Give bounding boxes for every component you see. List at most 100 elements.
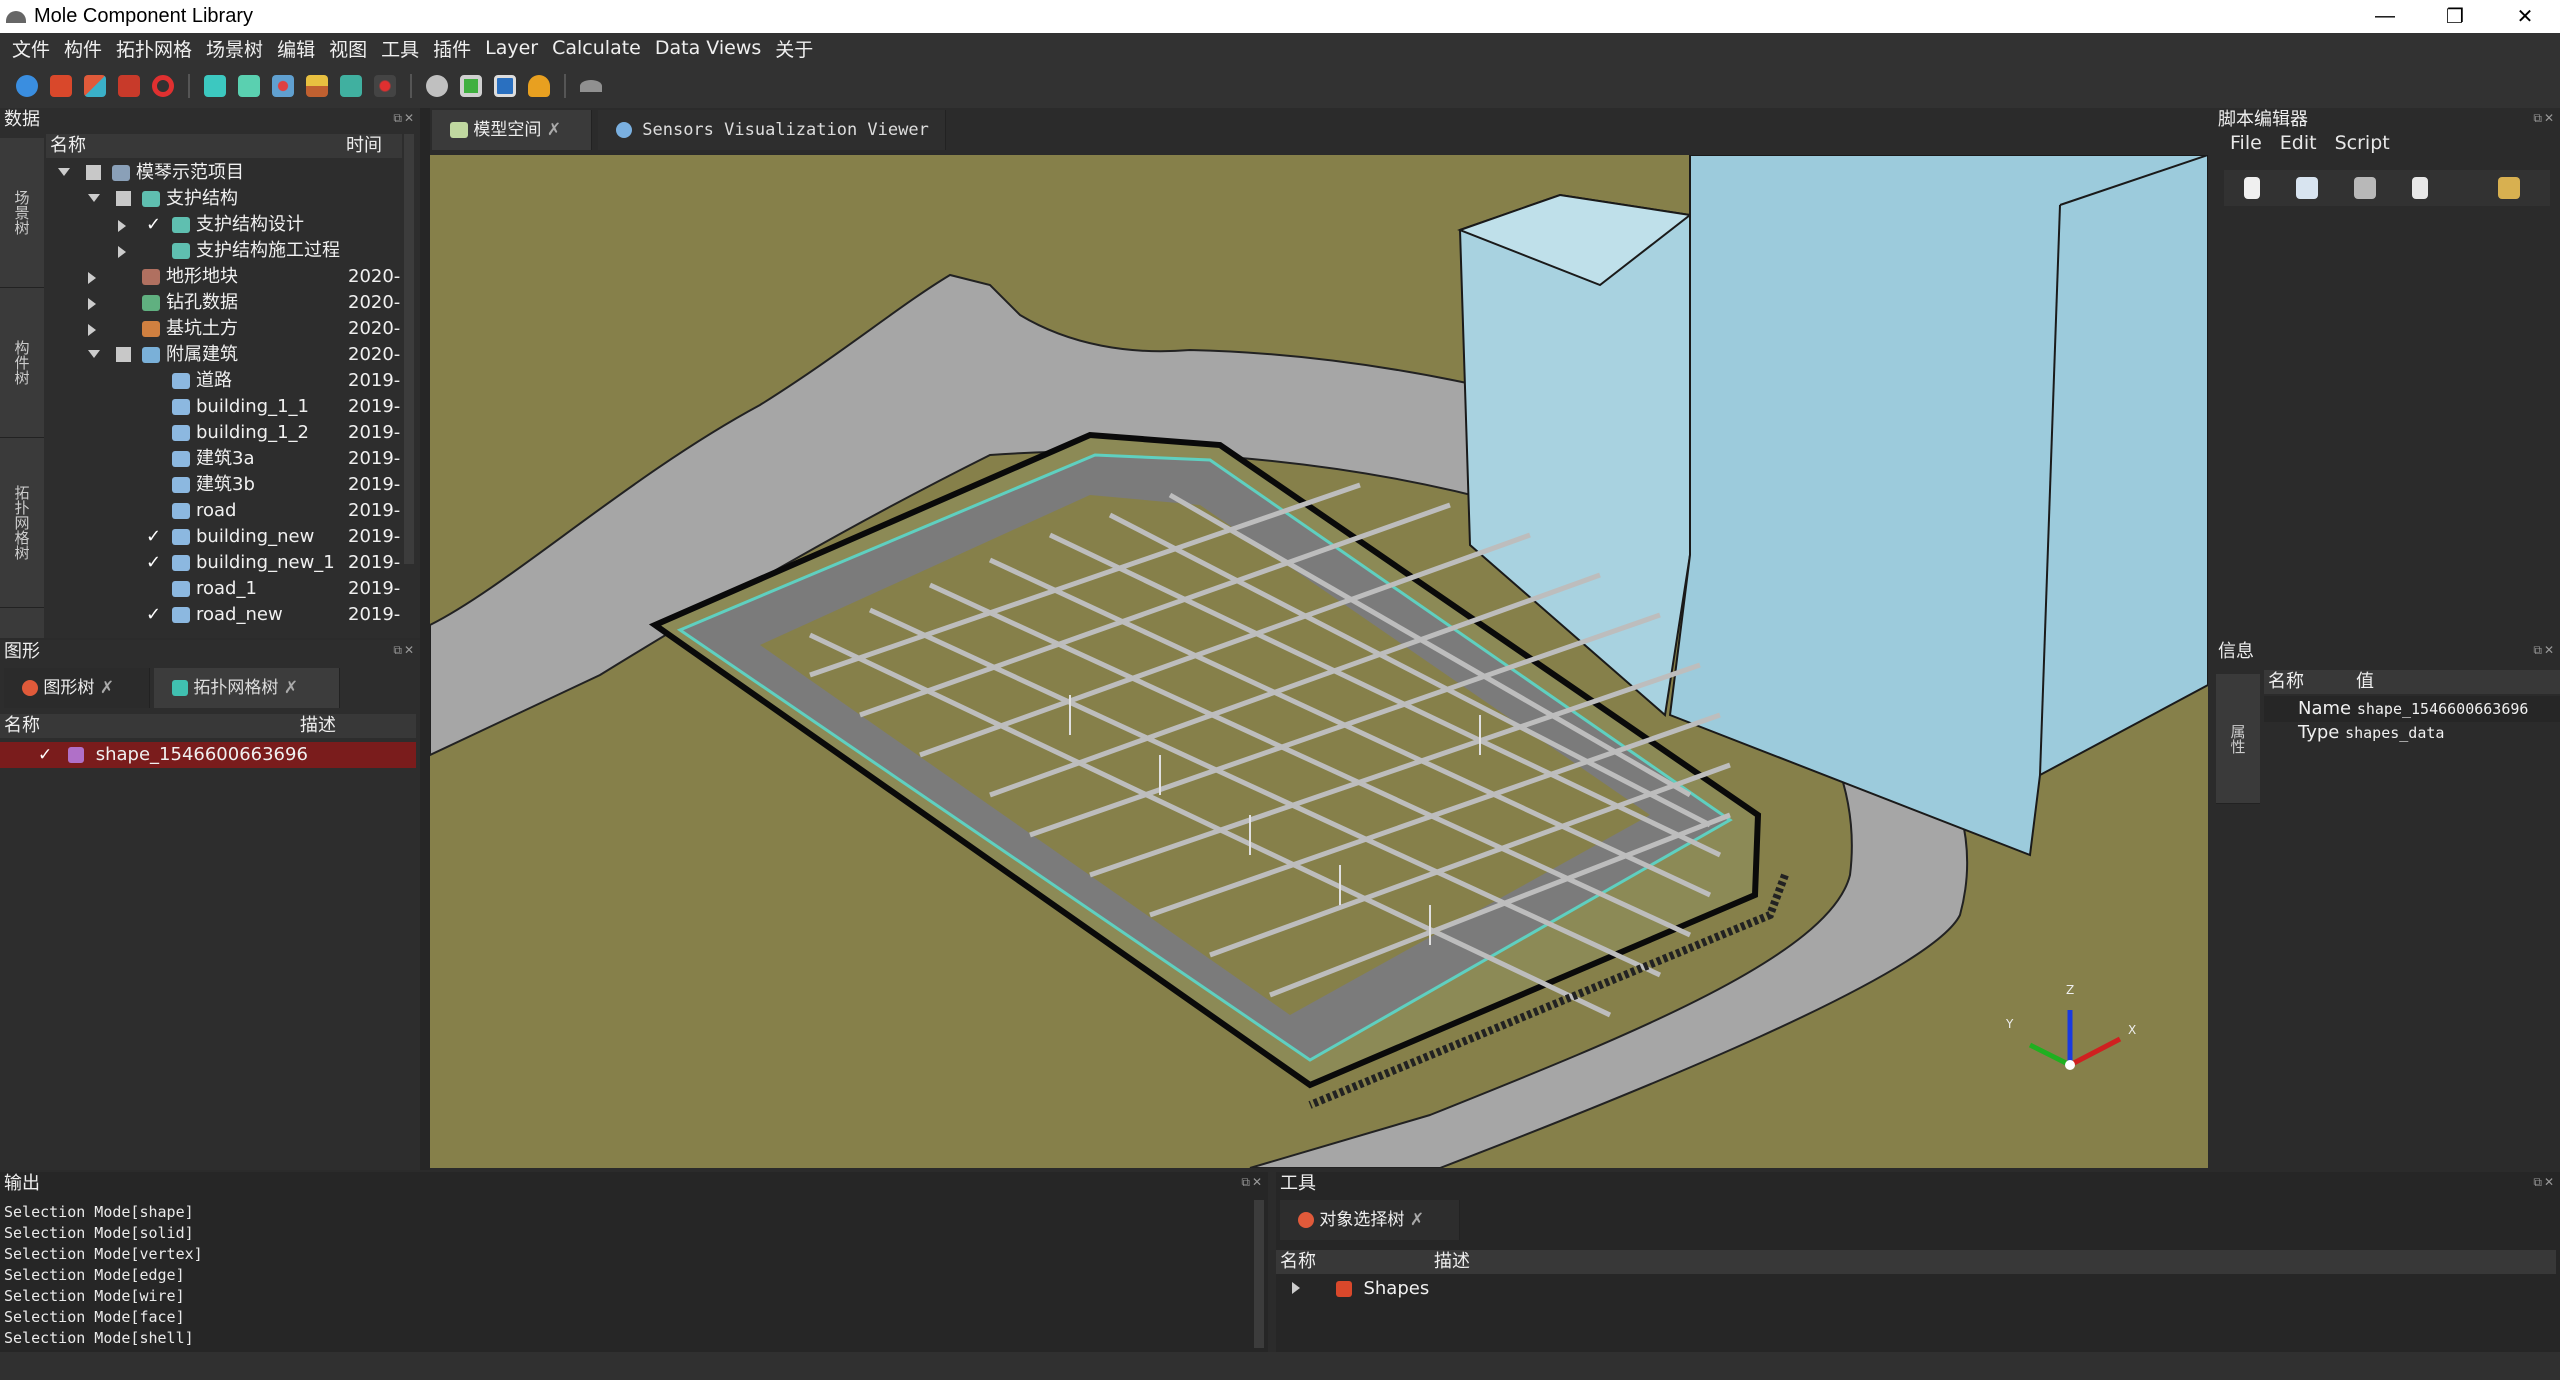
panel-float-close-icon[interactable]: ⧉✕ [393, 643, 416, 658]
lamp-icon[interactable] [528, 74, 550, 97]
mesh-icon[interactable] [340, 74, 362, 97]
tab-topology-mesh-tree[interactable]: 拓扑网格树 [0, 438, 44, 608]
tree-row[interactable]: 附属建筑 2020- [46, 342, 402, 368]
menu-edit[interactable]: 编辑 [273, 35, 325, 62]
cubes-red-icon[interactable] [118, 74, 140, 97]
panel-float-close-icon[interactable]: ⧉✕ [393, 111, 416, 126]
menu-tools[interactable]: 工具 [377, 35, 429, 62]
hex-cyan2-icon[interactable] [238, 74, 260, 97]
expand-arrow-icon[interactable] [118, 246, 126, 258]
expand-arrow-icon[interactable] [88, 350, 100, 358]
script-menu-edit[interactable]: Edit [2280, 132, 2317, 154]
tree-checkmark-icon[interactable]: ✓ [146, 550, 161, 576]
tree-checkbox[interactable] [116, 191, 131, 206]
run-download-icon[interactable] [2498, 177, 2520, 199]
panel-float-close-icon[interactable]: ⧉✕ [2533, 643, 2556, 658]
tree-row[interactable]: road 2019- [46, 498, 402, 524]
tab-sensors-viewer[interactable]: Sensors Visualization Viewer ✗ [598, 110, 946, 180]
script-menu-file[interactable]: File [2230, 132, 2262, 154]
panel-float-close-icon[interactable]: ⧉✕ [2533, 1175, 2556, 1190]
tree-row[interactable]: 建筑3b 2019- [46, 472, 402, 498]
expand-arrow-icon[interactable] [88, 298, 96, 310]
data-tree-scrollbar[interactable] [404, 134, 414, 564]
script-editor-area[interactable] [2224, 212, 2550, 612]
tab-model-space[interactable]: 模型空间 ✗ [432, 110, 592, 150]
expand-arrow-icon[interactable] [88, 324, 96, 336]
menu-component[interactable]: 构件 [60, 35, 112, 62]
expand-arrow-icon[interactable] [88, 194, 100, 202]
menu-topology-mesh[interactable]: 拓扑网格 [112, 35, 202, 62]
tab-properties[interactable]: 属性 [2216, 674, 2260, 804]
restore-button[interactable]: ❐ [2420, 0, 2490, 33]
3d-scene[interactable] [430, 155, 2208, 1168]
cube-red-icon[interactable] [50, 74, 72, 97]
close-button[interactable]: ✕ [2490, 0, 2560, 33]
tree-row[interactable]: 道路 2019- [46, 368, 402, 394]
expand-arrow-icon[interactable] [118, 220, 126, 232]
copy-icon[interactable] [2412, 177, 2428, 199]
atom-icon[interactable] [272, 74, 294, 97]
tree-row[interactable]: road_1 2019- [46, 576, 402, 602]
tree-row[interactable]: building_1_2 2019- [46, 420, 402, 446]
3d-viewport[interactable]: Z Y X [430, 155, 2208, 1168]
tree-row[interactable]: building_1_1 2019- [46, 394, 402, 420]
pin-icon[interactable]: ✗ [547, 120, 561, 140]
menu-layer[interactable]: Layer [481, 37, 548, 59]
shape-row-checkbox[interactable]: ✓ [38, 746, 52, 763]
tree-row[interactable]: 支护结构 [46, 186, 402, 212]
save-icon[interactable] [2354, 177, 2376, 199]
tab-shape-tree[interactable]: 图形树 ✗ [4, 668, 150, 708]
menu-scene-tree[interactable]: 场景树 [202, 35, 273, 62]
left-splitter[interactable] [420, 108, 430, 1170]
hex-cyan-icon[interactable] [204, 74, 226, 97]
ring-red-icon[interactable] [152, 74, 174, 97]
output-scrollbar[interactable] [1254, 1200, 1264, 1348]
tree-row[interactable]: 地形地块 2020- [46, 264, 402, 290]
pin-icon[interactable]: ✗ [1410, 1210, 1424, 1230]
tab-scene-tree[interactable]: 场景树 [0, 138, 44, 288]
expand-arrow-icon[interactable] [58, 168, 70, 176]
expand-arrow-icon[interactable] [1292, 1282, 1300, 1294]
tree-checkmark-icon[interactable]: ✓ [146, 524, 161, 550]
tree-row[interactable]: ✓ road_new 2019- [46, 602, 402, 628]
eye-icon[interactable] [580, 79, 602, 92]
output-log[interactable]: Selection Mode[shape] Selection Mode[soli… [4, 1202, 1254, 1349]
model-link-icon[interactable] [374, 74, 396, 97]
tab-topology-mesh-tree[interactable]: 拓扑网格树 ✗ [154, 668, 340, 708]
tree-row[interactable]: ✓ building_new 2019- [46, 524, 402, 550]
tree-checkmark-icon[interactable]: ✓ [146, 212, 161, 238]
monitor-icon[interactable] [494, 74, 516, 97]
shape-row-selected[interactable]: ✓ shape_1546600663696 [0, 742, 416, 768]
tree-row[interactable]: 模琴示范项目 [46, 160, 402, 186]
menu-view[interactable]: 视图 [325, 35, 377, 62]
panel-float-close-icon[interactable]: ⧉✕ [2533, 111, 2556, 126]
pin-icon[interactable]: ✗ [284, 678, 298, 698]
menu-file[interactable]: 文件 [8, 35, 60, 62]
tree-row[interactable]: 支护结构施工过程 [46, 238, 402, 264]
tree-row[interactable]: ✓ 支护结构设计 [46, 212, 402, 238]
tree-row[interactable]: 基坑土方 2020- [46, 316, 402, 342]
gear-icon[interactable] [426, 74, 448, 97]
new-file-icon[interactable] [2244, 177, 2260, 199]
menu-calculate[interactable]: Calculate [548, 37, 651, 59]
tree-row[interactable]: 建筑3a 2019- [46, 446, 402, 472]
terrain-icon[interactable] [306, 74, 328, 97]
tree-checkmark-icon[interactable]: ✓ [146, 602, 161, 628]
menu-about[interactable]: 关于 [771, 35, 823, 62]
open-folder-icon[interactable] [2296, 177, 2318, 199]
tree-row[interactable]: ✓ building_new_1 2019- [46, 550, 402, 576]
tab-component-tree[interactable]: 构件树 [0, 288, 44, 438]
menu-plugins[interactable]: 插件 [429, 35, 481, 62]
refresh-icon[interactable] [16, 74, 38, 97]
script-menu-script[interactable]: Script [2335, 132, 2390, 154]
menu-data-views[interactable]: Data Views [651, 37, 771, 59]
screen-green-icon[interactable] [460, 74, 482, 97]
minimize-button[interactable]: — [2350, 0, 2420, 33]
tree-row[interactable]: 钻孔数据 2020- [46, 290, 402, 316]
tools-row-shapes[interactable]: Shapes [1276, 1276, 2556, 1302]
tree-checkbox[interactable] [86, 165, 101, 180]
tab-object-selection-tree[interactable]: 对象选择树 ✗ [1280, 1200, 1460, 1240]
cube-multi-icon[interactable] [84, 74, 106, 97]
panel-float-close-icon[interactable]: ⧉✕ [1241, 1175, 1264, 1190]
tree-checkbox[interactable] [116, 347, 131, 362]
